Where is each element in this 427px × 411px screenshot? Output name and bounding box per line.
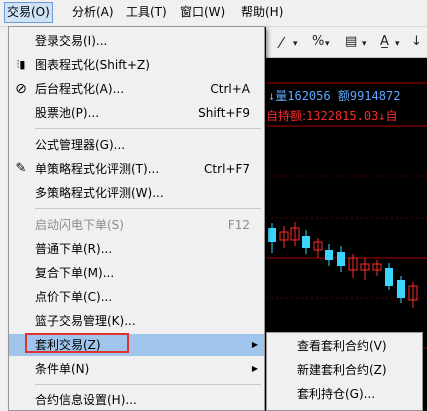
candle — [397, 280, 405, 298]
edit-icon: ✎ — [15, 161, 27, 176]
menu-item-label: 公式管理器(G)... — [35, 138, 126, 152]
submenu-item-arbitrage-position[interactable]: 套利持仓(G)... — [297, 383, 375, 405]
submenu-arrow-icon: ▶ — [251, 364, 258, 373]
menu-item-label: 登录交易(I)... — [35, 34, 108, 48]
annotation-highlight-box — [25, 333, 129, 353]
menu-help[interactable]: 帮助(H) — [239, 3, 285, 22]
candle — [302, 236, 310, 248]
menu-item-conditional-order[interactable]: 条件单(N) ▶ — [9, 358, 264, 380]
menu-item-click-price-order[interactable]: 点价下单(C)... — [9, 286, 264, 308]
menu-item-shortcut: Shift+F9 — [198, 106, 250, 120]
percent-button[interactable]: % — [312, 34, 324, 49]
menu-item-label: 股票池(P)... — [35, 106, 100, 120]
menu-trade[interactable]: 交易(O) — [4, 2, 53, 23]
toolbar: ⁄ ▾ % ▾ ▤ ▾ A̲ ▾ ↓ — [266, 27, 427, 58]
menu-item-label: 篮子交易管理(K)... — [35, 314, 136, 328]
menu-item-label: 点价下单(C)... — [35, 290, 113, 304]
menu-analysis[interactable]: 分析(A) — [70, 3, 116, 22]
arbitrage-submenu: 查看套利合约(V) 新建套利合约(Z) 套利持仓(G)... — [266, 332, 423, 411]
chevron-down-icon[interactable]: ▾ — [395, 39, 400, 49]
menu-item-label: 复合下单(M)... — [35, 266, 115, 280]
menu-separator — [35, 384, 261, 385]
candle — [325, 250, 333, 260]
submenu-arrow-icon: ▶ — [251, 340, 258, 349]
font-color-icon[interactable]: A̲ — [380, 34, 389, 49]
menu-separator — [35, 208, 261, 209]
down-arrow-icon[interactable]: ↓ — [411, 34, 422, 49]
menu-item-stock-pool[interactable]: 股票池(P)... Shift+F9 — [9, 102, 264, 124]
menu-separator — [35, 128, 261, 129]
grid-icon[interactable]: ▤ — [345, 34, 357, 49]
menu-item-normal-order[interactable]: 普通下单(R)... — [9, 238, 264, 260]
menu-item-compound-order[interactable]: 复合下单(M)... — [9, 262, 264, 284]
menu-item-label: 单策略程式化评测(T)... — [35, 162, 160, 176]
candle — [268, 228, 276, 242]
menu-item-formula-manager[interactable]: 公式管理器(G)... — [9, 134, 264, 156]
menu-item-contract-settings[interactable]: 合约信息设置(H)... — [9, 389, 264, 411]
menu-item-label: 条件单(N) — [35, 362, 90, 376]
background-program-icon: ⊘ — [15, 81, 27, 97]
submenu-item-new-arbitrage[interactable]: 新建套利合约(Z) — [297, 359, 387, 381]
menu-item-label: 普通下单(R)... — [35, 242, 113, 256]
menu-item-label: 后台程式化(A)... — [35, 82, 125, 96]
menu-item-shortcut: Ctrl+A — [210, 82, 250, 96]
menu-item-chart-program[interactable]: ⫶▮ 图表程式化(Shift+Z) — [9, 54, 264, 76]
menu-window[interactable]: 窗口(W) — [178, 3, 227, 22]
candle — [385, 268, 393, 286]
menu-item-label: 合约信息设置(H)... — [35, 393, 137, 407]
menu-item-shortcut: Ctrl+F7 — [204, 162, 250, 176]
chart-program-icon: ⫶▮ — [16, 58, 26, 71]
menu-tools[interactable]: 工具(T) — [124, 3, 169, 22]
menu-item-basket-trade[interactable]: 篮子交易管理(K)... — [9, 310, 264, 332]
chevron-down-icon[interactable]: ▾ — [293, 39, 298, 49]
menu-item-shortcut: F12 — [227, 218, 250, 232]
trade-menu: 登录交易(I)... ⫶▮ 图表程式化(Shift+Z) ⊘ 后台程式化(A).… — [8, 26, 265, 411]
candle — [337, 252, 345, 266]
chevron-down-icon[interactable]: ▾ — [325, 39, 330, 49]
submenu-item-view-arbitrage[interactable]: 查看套利合约(V) — [297, 335, 387, 357]
menu-item-flash-order: 启动闪电下单(S) F12 — [9, 214, 264, 236]
menu-item-login-trade[interactable]: 登录交易(I)... — [9, 30, 264, 52]
menu-item-label: 多策略程式化评测(W)... — [35, 186, 164, 200]
line-draw-icon[interactable]: ⁄ — [280, 34, 283, 52]
menu-item-label: 启动闪电下单(S) — [35, 218, 124, 232]
chevron-down-icon[interactable]: ▾ — [362, 39, 367, 49]
menu-item-multi-strategy-eval[interactable]: 多策略程式化评测(W)... — [9, 182, 264, 204]
menu-item-background-program[interactable]: ⊘ 后台程式化(A)... Ctrl+A — [9, 78, 264, 100]
menu-item-label: 图表程式化(Shift+Z) — [35, 58, 150, 72]
left-toolbar — [0, 27, 8, 411]
menu-item-single-strategy-eval[interactable]: ✎ 单策略程式化评测(T)... Ctrl+F7 — [9, 158, 264, 180]
menubar: 交易(O) 分析(A) 工具(T) 窗口(W) 帮助(H) — [0, 0, 427, 27]
